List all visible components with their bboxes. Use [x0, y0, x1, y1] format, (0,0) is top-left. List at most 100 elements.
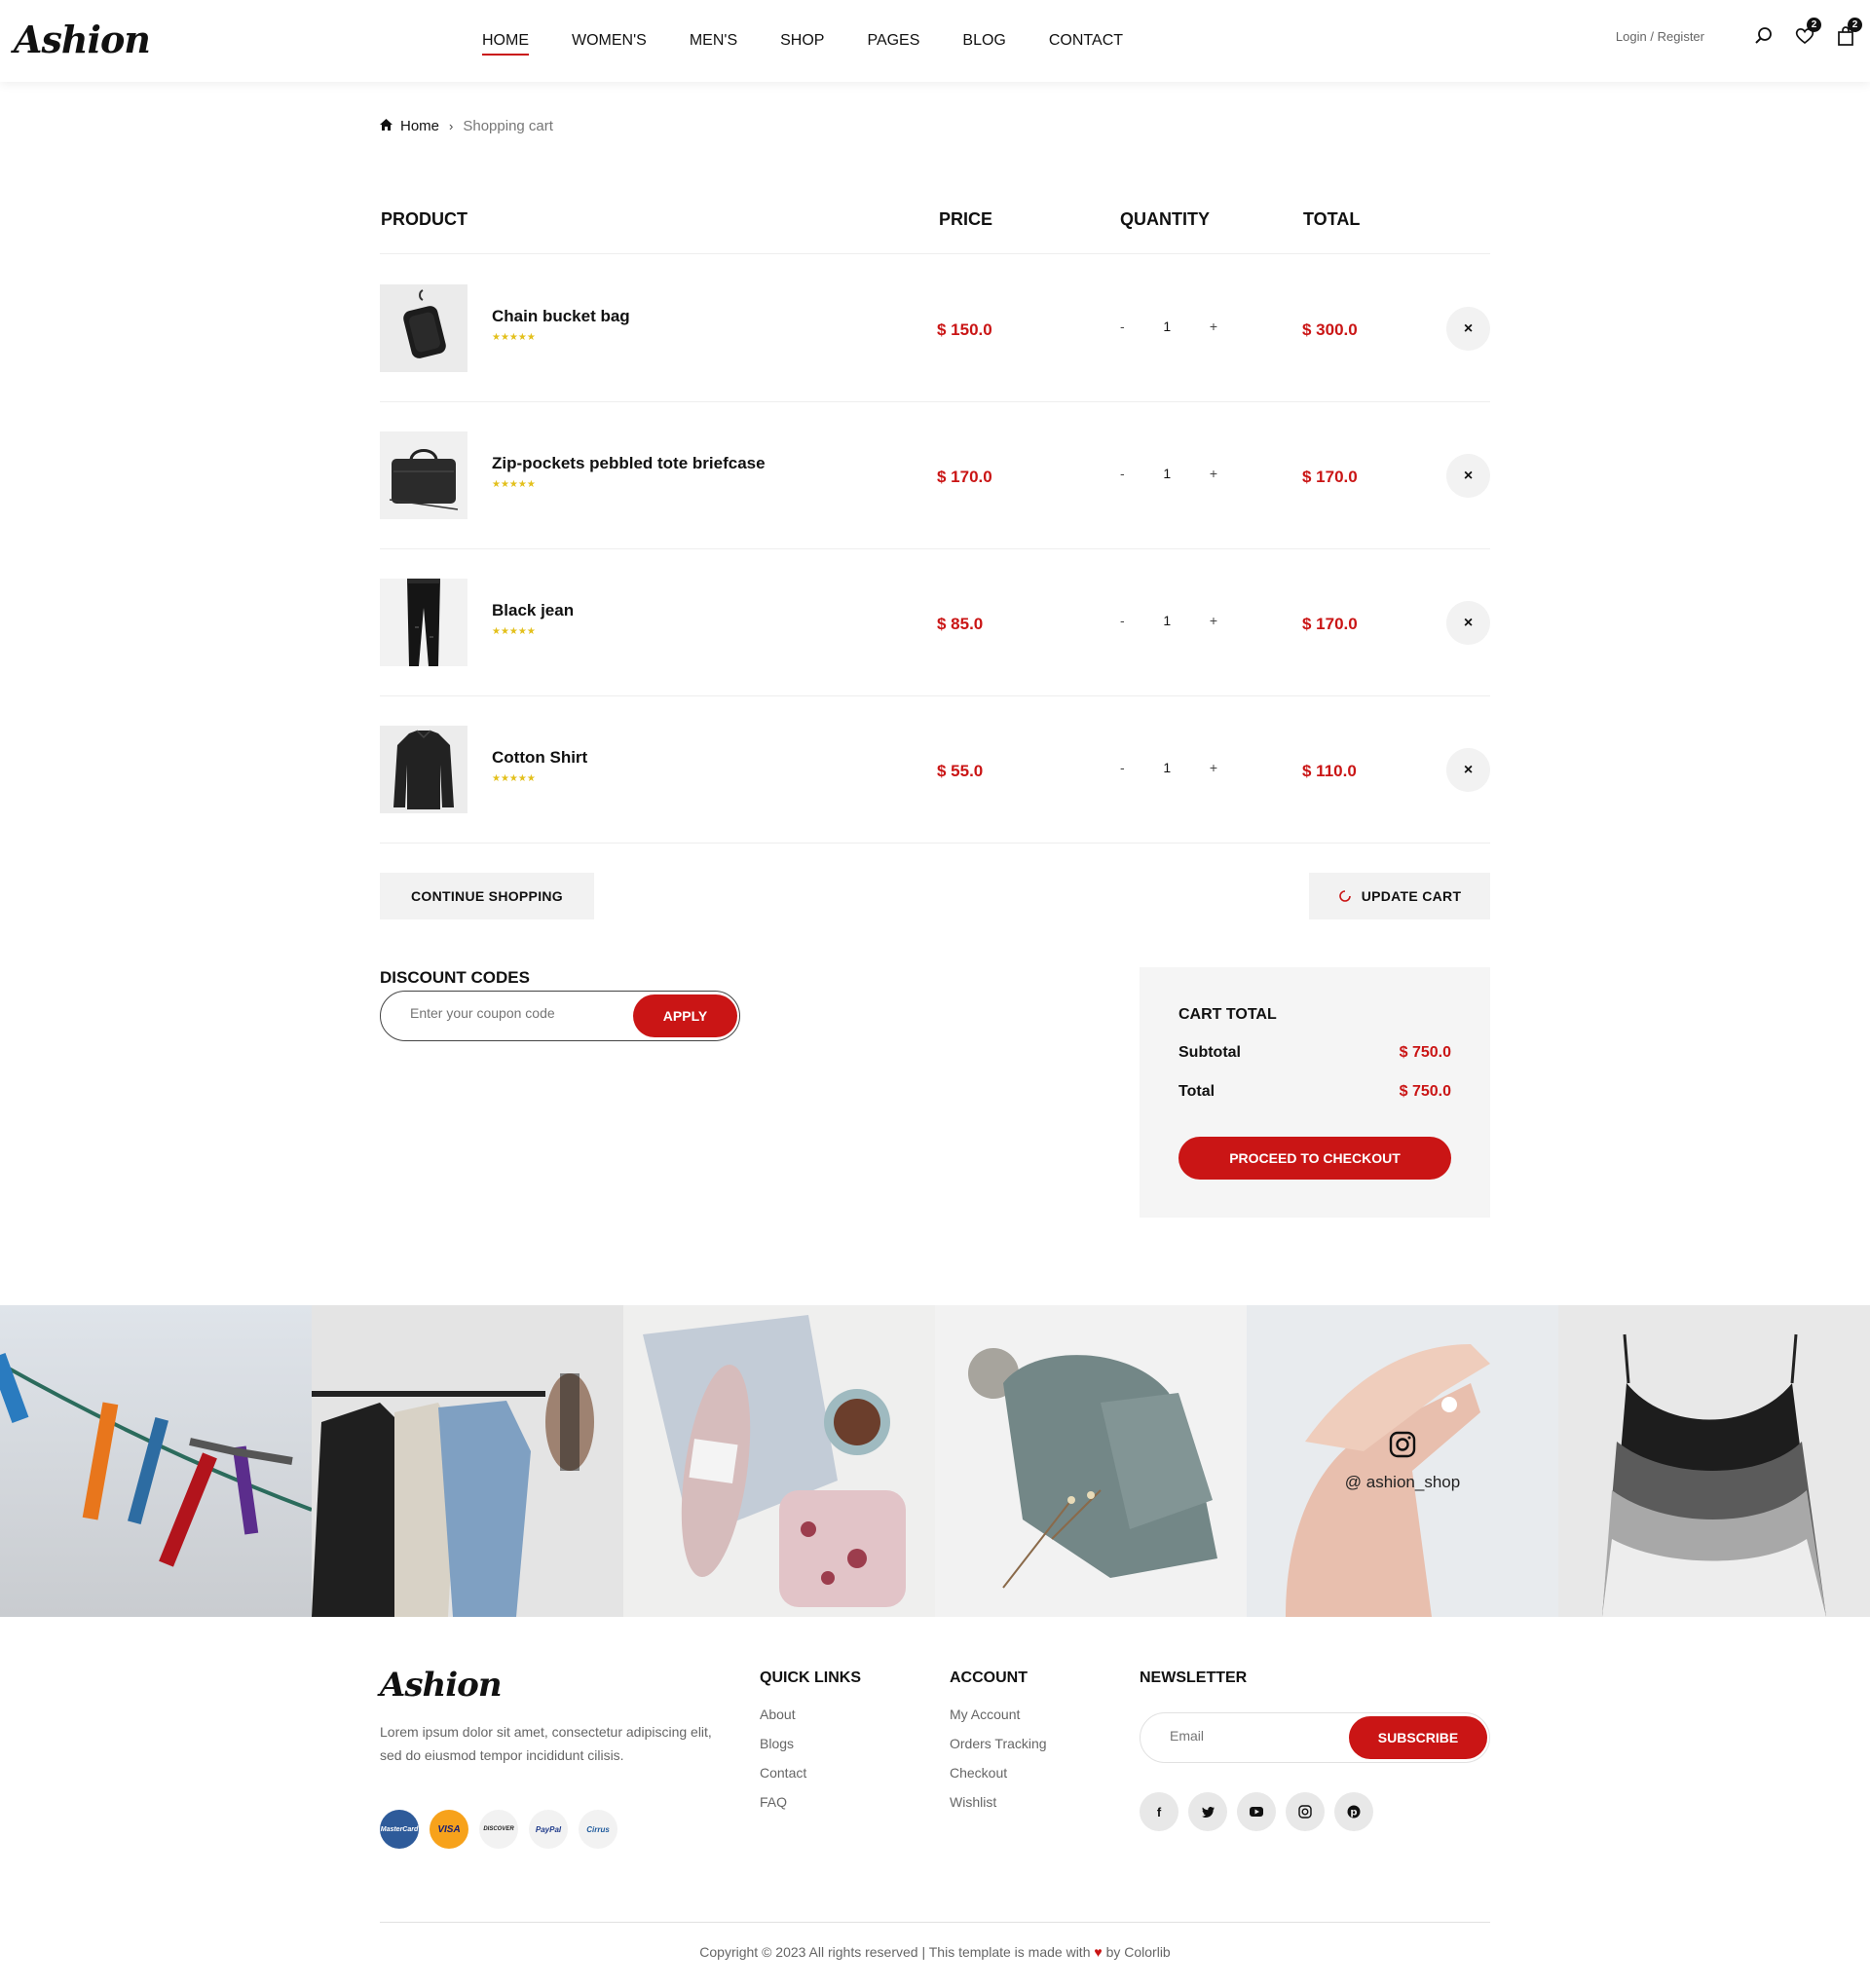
instagram-icon [1389, 1431, 1416, 1463]
remove-item-button[interactable]: × [1446, 454, 1490, 498]
qty-increase-button[interactable]: + [1210, 613, 1217, 628]
footer-link-about[interactable]: About [760, 1707, 796, 1722]
qty-value[interactable]: 1 [1163, 760, 1171, 775]
nav-home[interactable]: HOME [482, 32, 529, 56]
product-name[interactable]: Zip-pockets pebbled tote briefcase [492, 454, 766, 473]
bag-count-badge: 2 [1848, 18, 1862, 32]
nav-pages[interactable]: PAGES [867, 32, 919, 56]
rating-stars: ★★★★★ [492, 332, 536, 343]
site-header: Ashion HOME WOMEN'S MEN'S SHOP PAGES BLO… [0, 0, 1870, 82]
qty-value[interactable]: 1 [1163, 466, 1171, 481]
copyright-text: Copyright © 2023 All rights reserved | T… [699, 1944, 1091, 1960]
cart-row: Black jean ★★★★★ $ 85.0 - 1 + $ 170.0 × [380, 549, 1490, 696]
heart-icon[interactable]: 2 [1794, 18, 1821, 47]
col-product: PRODUCT [381, 209, 468, 229]
jeans-image[interactable] [380, 579, 468, 666]
continue-shopping-button[interactable]: CONTINUE SHOPPING [380, 873, 594, 919]
subscribe-button[interactable]: Subscribe [1349, 1716, 1487, 1759]
qty-increase-button[interactable]: + [1210, 319, 1217, 334]
subtotal-value: $ 750.0 [1399, 1044, 1451, 1061]
product-price: $ 85.0 [937, 615, 984, 633]
breadcrumb-current: Shopping cart [463, 118, 553, 134]
rating-stars: ★★★★★ [492, 626, 536, 637]
line-total: $ 170.0 [1302, 468, 1358, 486]
footer-link-faq[interactable]: FAQ [760, 1794, 787, 1810]
nav-womens[interactable]: WOMEN'S [572, 32, 647, 56]
nav-blog[interactable]: BLOG [962, 32, 1005, 56]
footer-link-contact[interactable]: Contact [760, 1765, 806, 1781]
qty-increase-button[interactable]: + [1210, 760, 1217, 775]
hands-cream-image[interactable]: @ ashion_shop [1247, 1305, 1558, 1617]
nav-contact[interactable]: CONTACT [1049, 32, 1123, 56]
login-link[interactable]: Login [1616, 29, 1647, 44]
bag-image[interactable] [380, 284, 468, 372]
register-link[interactable]: Register [1658, 29, 1704, 44]
clothes-rack-image[interactable] [312, 1305, 623, 1617]
remove-item-button[interactable]: × [1446, 601, 1490, 645]
shopping-bag-icon[interactable]: 2 [1835, 18, 1862, 47]
knitting-flatlay-image[interactable] [623, 1305, 935, 1617]
instagram-handle[interactable]: @ ashion_shop [1345, 1473, 1460, 1492]
total-label: Total [1178, 1083, 1216, 1100]
nav-shop[interactable]: SHOP [780, 32, 824, 56]
proceed-to-checkout-button[interactable]: PROCEED TO CHECKOUT [1178, 1137, 1451, 1180]
twitter-icon[interactable] [1188, 1792, 1227, 1831]
paypal-icon: PayPal [529, 1810, 568, 1849]
product-name[interactable]: Cotton Shirt [492, 748, 587, 768]
social-links: f p [1140, 1792, 1383, 1831]
site-logo[interactable]: Ashion [14, 18, 151, 61]
quick-links-title: QUICK LINKS [760, 1669, 861, 1686]
qty-value[interactable]: 1 [1163, 613, 1171, 628]
mastercard-icon: MasterCard [380, 1810, 419, 1849]
heart-icon: ♥ [1094, 1944, 1103, 1960]
pinterest-icon[interactable]: p [1334, 1792, 1373, 1831]
qty-value[interactable]: 1 [1163, 319, 1171, 334]
subtotal-line: Subtotal $ 750.0 [1178, 1044, 1451, 1062]
youtube-icon[interactable] [1237, 1792, 1276, 1831]
coupon-input[interactable] [410, 1005, 624, 1021]
copyright-credit[interactable]: by Colorlib [1106, 1944, 1171, 1960]
clothespins-image[interactable] [0, 1305, 312, 1617]
qty-decrease-button[interactable]: - [1120, 319, 1125, 334]
camisoles-image[interactable] [1558, 1305, 1870, 1617]
qty-decrease-button[interactable]: - [1120, 466, 1125, 481]
account-title: ACCOUNT [950, 1669, 1028, 1686]
shirt-image[interactable] [380, 726, 468, 813]
remove-item-button[interactable]: × [1446, 748, 1490, 792]
footer-logo[interactable]: Ashion [380, 1666, 503, 1705]
briefcase-image[interactable] [380, 431, 468, 519]
footer-link-wishlist[interactable]: Wishlist [950, 1794, 996, 1810]
breadcrumb-home[interactable]: Home [400, 118, 439, 134]
apply-coupon-button[interactable]: APPLY [633, 994, 737, 1037]
search-icon[interactable] [1753, 25, 1775, 47]
qty-decrease-button[interactable]: - [1120, 613, 1125, 628]
product-name[interactable]: Black jean [492, 601, 574, 620]
footer-link-orders-tracking[interactable]: Orders Tracking [950, 1736, 1047, 1751]
facebook-icon[interactable]: f [1140, 1792, 1178, 1831]
line-total: $ 110.0 [1302, 762, 1357, 780]
nav-mens[interactable]: MEN'S [690, 32, 737, 56]
footer-link-my-account[interactable]: My Account [950, 1707, 1020, 1722]
product-name[interactable]: Chain bucket bag [492, 307, 630, 326]
remove-item-button[interactable]: × [1446, 307, 1490, 351]
qty-decrease-button[interactable]: - [1120, 760, 1125, 775]
line-total: $ 170.0 [1302, 615, 1358, 633]
footer-link-checkout[interactable]: Checkout [950, 1765, 1007, 1781]
quantity-stepper: - 1 + [1120, 608, 1217, 633]
instagram-icon[interactable] [1286, 1792, 1325, 1831]
col-quantity: QUANTITY [1120, 209, 1210, 229]
footer-link-blogs[interactable]: Blogs [760, 1736, 794, 1751]
coupon-form: APPLY [380, 991, 740, 1041]
discount-title: DISCOUNT CODES [380, 968, 530, 987]
newsletter-email-input[interactable] [1170, 1728, 1345, 1744]
update-cart-label: UPDATE CART [1361, 888, 1462, 904]
product-price: $ 150.0 [937, 320, 992, 339]
knit-hat-image[interactable] [935, 1305, 1247, 1617]
product-price: $ 55.0 [937, 762, 984, 780]
auth-links: Login / Register [1616, 29, 1704, 44]
update-cart-button[interactable]: UPDATE CART [1309, 873, 1490, 919]
qty-increase-button[interactable]: + [1210, 466, 1217, 481]
newsletter-title: NEWSLETTER [1140, 1669, 1248, 1686]
svg-text:p: p [1350, 1808, 1357, 1819]
rating-stars: ★★★★★ [492, 773, 536, 784]
